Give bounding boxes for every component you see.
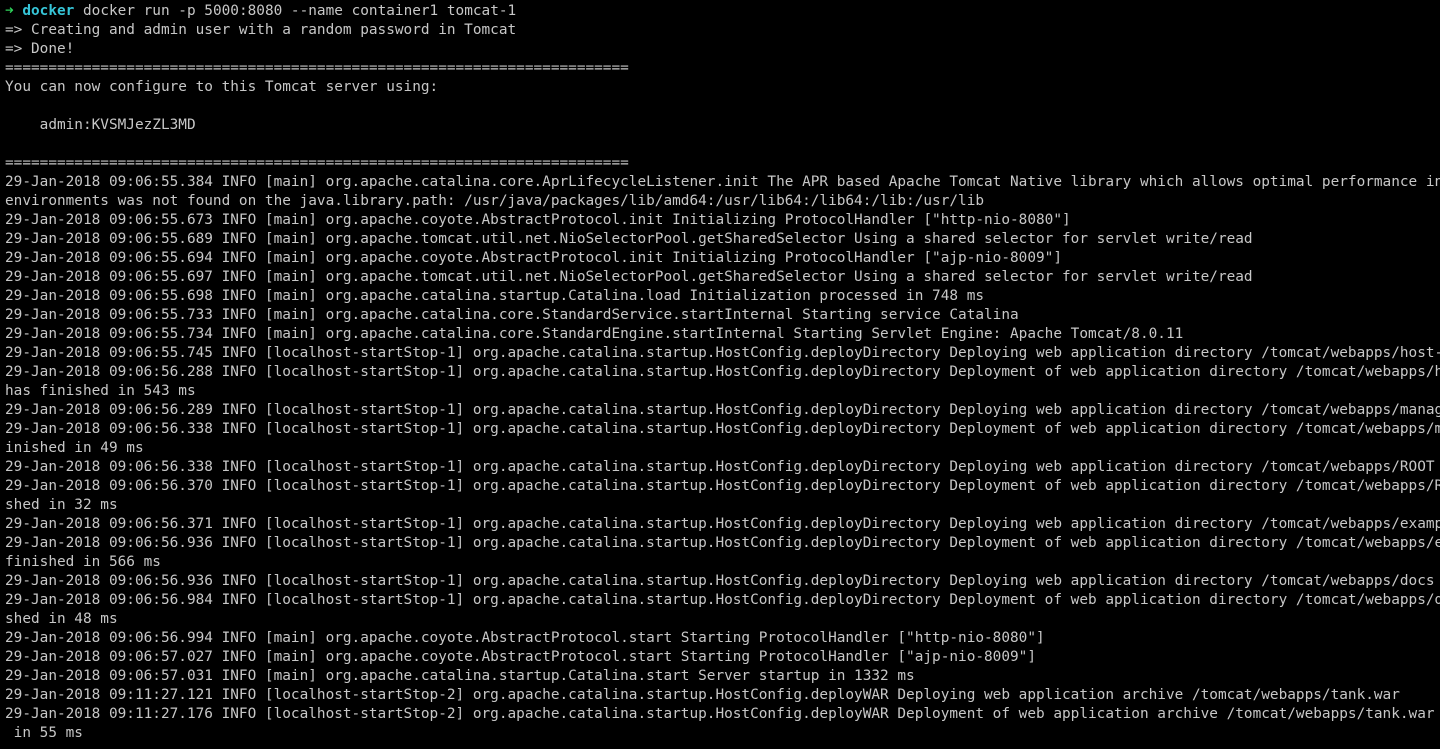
terminal-line: You can now configure to this Tomcat ser… <box>5 79 439 95</box>
cursor-line[interactable] <box>5 743 1440 749</box>
terminal-line: 29-Jan-2018 09:06:55.673 INFO [main] org… <box>5 212 1071 228</box>
terminal-line: 29-Jan-2018 09:06:56.338 INFO [localhost… <box>5 459 1435 475</box>
terminal-line: 29-Jan-2018 09:06:55.745 INFO [localhost… <box>5 345 1440 361</box>
terminal-line: admin:KVSMJezZL3MD <box>5 117 196 133</box>
prompt-command: docker run -p 5000:8080 --name container… <box>83 3 517 19</box>
terminal-line: 29-Jan-2018 09:06:56.371 INFO [localhost… <box>5 516 1440 532</box>
terminal-line: => Done! <box>5 41 75 57</box>
terminal-line: 29-Jan-2018 09:06:56.984 INFO [localhost… <box>5 592 1440 608</box>
terminal-line: 29-Jan-2018 09:06:56.338 INFO [localhost… <box>5 421 1440 437</box>
terminal-output: => Creating and admin user with a random… <box>5 21 1440 743</box>
terminal-line: environments was not found on the java.l… <box>5 193 985 209</box>
terminal-line: 29-Jan-2018 09:06:56.370 INFO [localhost… <box>5 478 1440 494</box>
terminal-line: shed in 48 ms <box>5 611 118 627</box>
terminal-line: 29-Jan-2018 09:06:56.289 INFO [localhost… <box>5 402 1440 418</box>
terminal-line: 29-Jan-2018 09:06:56.936 INFO [localhost… <box>5 573 1435 589</box>
terminal-line: 29-Jan-2018 09:06:55.698 INFO [main] org… <box>5 288 985 304</box>
terminal-line: 29-Jan-2018 09:06:55.384 INFO [main] org… <box>5 174 1440 190</box>
terminal-line: 29-Jan-2018 09:06:56.994 INFO [main] org… <box>5 630 1045 646</box>
terminal-window[interactable]: ➜ docker docker run -p 5000:8080 --name … <box>0 0 1440 749</box>
terminal-line: finished in 566 ms <box>5 554 161 570</box>
terminal-line: 29-Jan-2018 09:06:57.031 INFO [main] org… <box>5 668 915 684</box>
terminal-line: 29-Jan-2018 09:06:56.936 INFO [localhost… <box>5 535 1440 551</box>
terminal-line: => Creating and admin user with a random… <box>5 22 517 38</box>
terminal-line: 29-Jan-2018 09:11:27.121 INFO [localhost… <box>5 687 1400 703</box>
terminal-line: 29-Jan-2018 09:06:57.027 INFO [main] org… <box>5 649 1037 665</box>
terminal-line: 29-Jan-2018 09:06:56.288 INFO [localhost… <box>5 364 1440 380</box>
terminal-line: 29-Jan-2018 09:06:55.734 INFO [main] org… <box>5 326 1184 342</box>
terminal-line: 29-Jan-2018 09:06:55.694 INFO [main] org… <box>5 250 1062 266</box>
terminal-line: 29-Jan-2018 09:06:55.697 INFO [main] org… <box>5 269 1253 285</box>
prompt-directory: docker <box>22 3 75 19</box>
terminal-line: 29-Jan-2018 09:06:55.689 INFO [main] org… <box>5 231 1253 247</box>
terminal-line: has finished in 543 ms <box>5 383 196 399</box>
terminal-line: 29-Jan-2018 09:06:55.733 INFO [main] org… <box>5 307 1019 323</box>
terminal-line: 29-Jan-2018 09:11:27.176 INFO [localhost… <box>5 706 1440 722</box>
terminal-line: in 55 ms <box>5 725 83 741</box>
prompt-line: ➜ docker docker run -p 5000:8080 --name … <box>5 2 1440 21</box>
terminal-line: inished in 49 ms <box>5 440 144 456</box>
terminal-line: ========================================… <box>5 60 629 76</box>
prompt-arrow-icon: ➜ <box>5 3 14 19</box>
terminal-line: shed in 32 ms <box>5 497 118 513</box>
terminal-line: ========================================… <box>5 155 629 171</box>
